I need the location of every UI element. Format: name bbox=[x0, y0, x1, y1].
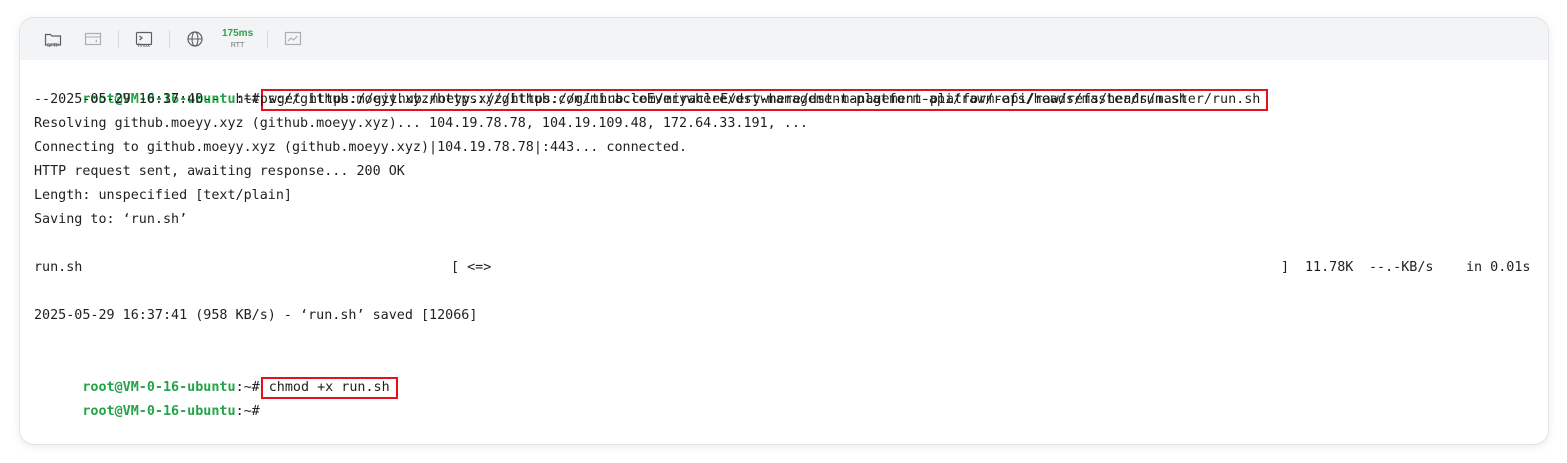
sftp-label: SFTP bbox=[46, 43, 60, 49]
progress-bar: [ <=> bbox=[451, 260, 492, 275]
progress-time: in 0.01s bbox=[1466, 260, 1531, 275]
output-line: Connecting to github.moeyy.xyz (github.m… bbox=[34, 140, 688, 155]
progress-size: 11.78K bbox=[1305, 260, 1354, 275]
progress-filename: run.sh bbox=[34, 260, 83, 275]
globe-icon bbox=[187, 31, 203, 47]
terminal-button[interactable]: linux bbox=[129, 24, 159, 54]
toolbar-divider bbox=[169, 30, 170, 48]
terminal-window: SFTP linux 175ms RTT root@VM-0-16-ubuntu… bbox=[20, 18, 1548, 444]
rtt-value: 175ms bbox=[222, 28, 254, 39]
prompt-line-current[interactable]: root@VM-0-16-ubuntu:~# bbox=[34, 376, 1538, 419]
rtt-indicator: 175ms RTT bbox=[222, 28, 254, 50]
chart-icon bbox=[285, 31, 302, 46]
prompt-line-chmod: root@VM-0-16-ubuntu:~# chmod +x run.sh bbox=[34, 352, 1538, 399]
terminal-output[interactable]: root@VM-0-16-ubuntu:~# wget https://githu… bbox=[34, 64, 1538, 419]
toolbar: SFTP linux 175ms RTT bbox=[20, 18, 1548, 60]
progress-bar-end: ] bbox=[1281, 260, 1290, 275]
progress-speed: --.-KB/s bbox=[1369, 260, 1434, 275]
prompt-symbol: :~# bbox=[235, 404, 260, 419]
prompt-line-wget: root@VM-0-16-ubuntu:~# wget https://githu… bbox=[34, 64, 1538, 111]
output-line: Length: unspecified [text/plain] bbox=[34, 188, 292, 203]
prompt-user-host: root@VM-0-16-ubuntu bbox=[82, 404, 236, 419]
linux-label: linux bbox=[137, 43, 151, 49]
rtt-unit: RTT bbox=[230, 42, 245, 49]
output-line: --2025-05-29 16:37:40-- https://github.m… bbox=[34, 92, 1187, 107]
file-transfer-button[interactable] bbox=[78, 24, 108, 54]
sftp-folder-button[interactable]: SFTP bbox=[38, 24, 68, 54]
output-line: Saving to: ‘run.sh’ bbox=[34, 212, 188, 227]
output-line: 2025-05-29 16:37:41 (958 KB/s) - ‘run.sh… bbox=[34, 308, 478, 323]
transfer-icon bbox=[84, 32, 102, 46]
download-progress-line: run.sh [ <=> ] 11.78K --.-KB/s in 0.01s bbox=[34, 256, 1538, 280]
toolbar-divider bbox=[118, 30, 119, 48]
output-line: HTTP request sent, awaiting response... … bbox=[34, 164, 405, 179]
toolbar-divider bbox=[267, 30, 269, 48]
monitor-button[interactable] bbox=[278, 24, 308, 54]
network-button[interactable] bbox=[180, 24, 210, 54]
output-line: Resolving github.moeyy.xyz (github.moeyy… bbox=[34, 116, 808, 131]
